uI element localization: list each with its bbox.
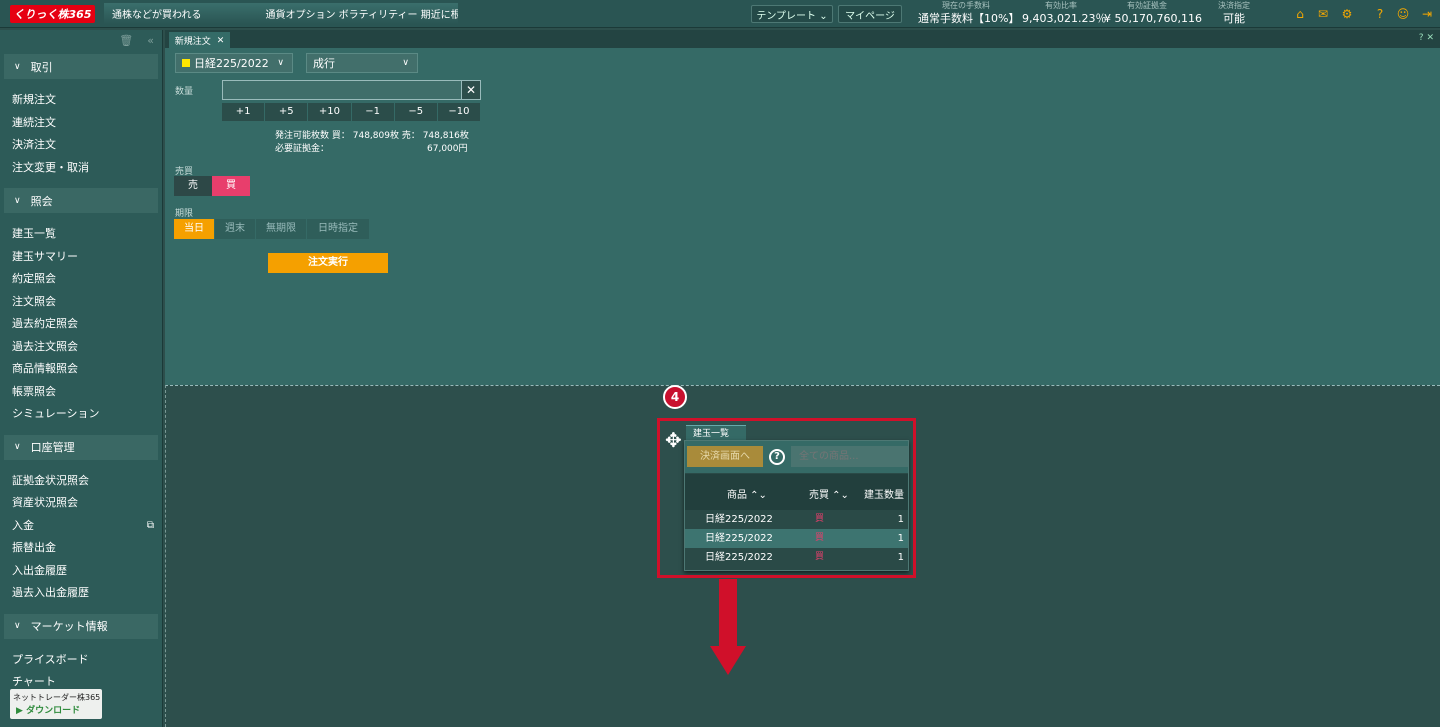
chevron-down-icon: ∨ bbox=[277, 58, 284, 68]
sidebar-item[interactable]: 証拠金状況照会 bbox=[0, 470, 162, 493]
section-title: 取引 bbox=[30, 60, 53, 74]
clear-qty-icon[interactable]: ✕ bbox=[461, 80, 481, 100]
section-title: マーケット情報 bbox=[30, 620, 108, 633]
period-weekend[interactable]: 週末 bbox=[215, 219, 255, 239]
external-link-icon: ⧉ bbox=[146, 519, 154, 531]
gear-icon[interactable]: ⚙ bbox=[1340, 7, 1354, 21]
sidebar-item-deposit[interactable]: 入金 ⧉ bbox=[0, 515, 162, 538]
callout-badge: 4 bbox=[663, 385, 687, 409]
ticker-item: 通株などが買われる bbox=[112, 10, 202, 21]
order-type-select[interactable]: 成行 ∨ bbox=[306, 53, 418, 73]
step-button[interactable]: −1 bbox=[351, 103, 394, 121]
buy-button[interactable]: 買 bbox=[212, 176, 250, 196]
mypage-button[interactable]: マイページ bbox=[838, 5, 902, 23]
sidebar-item[interactable]: プライスボード bbox=[0, 649, 162, 672]
margin-label: 必要証拠金： bbox=[275, 144, 330, 154]
period-label: 期限 bbox=[175, 209, 194, 219]
qty-label: 数量 bbox=[175, 87, 194, 97]
sell-button[interactable]: 売 bbox=[174, 176, 212, 196]
chevron-down-icon: ∨ bbox=[14, 195, 21, 206]
sidebar-item[interactable]: 過去入出金履歴 bbox=[0, 582, 162, 605]
quantity-input[interactable]: 1 bbox=[222, 80, 480, 100]
tab-new-order[interactable]: 新規注文 ✕ bbox=[169, 32, 230, 49]
sidebar-item[interactable]: 連続注文 bbox=[0, 112, 162, 135]
period-indefinite[interactable]: 無期限 bbox=[256, 219, 306, 239]
chevron-down-icon: ∨ bbox=[14, 442, 21, 452]
section-trade[interactable]: ∨ 取引 bbox=[4, 54, 158, 79]
logout-icon[interactable]: ⇥ bbox=[1420, 7, 1434, 21]
sidebar-item[interactable]: シミュレーション bbox=[0, 403, 162, 426]
trash-icon[interactable]: 🗑 bbox=[119, 34, 133, 47]
callout-highlight bbox=[657, 418, 916, 578]
execute-order-button[interactable]: 注文実行 bbox=[268, 253, 388, 273]
step-button[interactable]: +5 bbox=[265, 103, 308, 121]
sidebar-item[interactable]: 約定照会 bbox=[0, 268, 162, 291]
play-icon: ▶ bbox=[16, 706, 23, 716]
close-icon[interactable]: ✕ bbox=[1426, 33, 1434, 43]
panel-controls: ? ✕ bbox=[1419, 33, 1434, 43]
fee-stat: 現在の手数料 通常手数料【10%】 bbox=[918, 1, 1020, 25]
ticker-item: 通貨オプション ボラティリティー 期近に根強 bbox=[265, 10, 459, 21]
sidebar-item[interactable]: 建玉一覧 bbox=[0, 223, 162, 246]
drag-arrow bbox=[719, 579, 737, 647]
section-title: 照会 bbox=[30, 194, 53, 208]
help-icon[interactable]: ? bbox=[1419, 33, 1424, 43]
step-button[interactable]: −5 bbox=[394, 103, 437, 121]
step-button[interactable]: −10 bbox=[437, 103, 481, 121]
chevron-down-icon: ∨ bbox=[14, 621, 21, 631]
period-datetime[interactable]: 日時指定 bbox=[307, 219, 369, 239]
sidebar-item[interactable]: 新規注文 bbox=[0, 89, 162, 112]
section-inquiry[interactable]: ∨ 照会 bbox=[4, 188, 158, 213]
sidebar-item[interactable]: 振替出金 bbox=[0, 537, 162, 560]
drag-arrow-head bbox=[710, 646, 746, 675]
product-color-icon bbox=[182, 59, 190, 67]
download-title: ネットトレーダー株365 bbox=[13, 693, 101, 702]
section-account[interactable]: ∨ 口座管理 bbox=[4, 434, 158, 460]
margin-value: 67,000円 bbox=[427, 144, 468, 154]
news-ticker: 通株などが買われる 通貨オプション ボラティリティー 期近に根強 bbox=[104, 3, 458, 24]
sidebar-toolbar: 🗑 « bbox=[0, 30, 162, 51]
sidebar-item[interactable]: 決済注文 bbox=[0, 134, 162, 157]
step-button[interactable]: +1 bbox=[222, 103, 265, 121]
help-icon[interactable]: ? bbox=[1373, 7, 1387, 21]
available-qty: 発注可能枚数 買： 748,809枚 売： 748,816枚 bbox=[275, 131, 469, 141]
quantity-stepper: +1 +5 +10 −1 −5 −10 bbox=[222, 103, 481, 121]
download-banner[interactable]: ネットトレーダー株365 ▶ ダウンロード bbox=[10, 689, 102, 719]
section-market[interactable]: ∨ マーケット情報 bbox=[4, 613, 158, 639]
period-today[interactable]: 当日 bbox=[174, 219, 214, 239]
sidebar-item[interactable]: 注文照会 bbox=[0, 291, 162, 314]
new-order-panel: 日経225/2022∨ 成行∨ 数量 1 ✕ +1 +5 +10 −1 −5 −… bbox=[165, 48, 1440, 385]
section-title: 口座管理 bbox=[30, 441, 75, 454]
sidebar-item[interactable]: 過去約定照会 bbox=[0, 313, 162, 336]
chevron-down-icon: ∨ bbox=[402, 58, 409, 68]
margin-stat: 有効証拠金 ¥ 50,170,760,116 bbox=[1104, 1, 1202, 25]
product-select[interactable]: 日経225/2022 ∨ bbox=[175, 53, 293, 73]
sidebar-item[interactable]: 資産状況照会 bbox=[0, 492, 162, 515]
chevron-down-icon: ∨ bbox=[14, 61, 21, 72]
home-icon[interactable]: ⌂ bbox=[1293, 7, 1307, 21]
download-button[interactable]: ▶ ダウンロード bbox=[10, 703, 102, 716]
template-button[interactable]: テンプレート ⌄ bbox=[751, 5, 833, 23]
sidebar: 🗑 « ∨ 取引 新規注文 連続注文 決済注文 注文変更・取消 ∨ 照会 建玉一覧 … bbox=[0, 30, 163, 727]
settle-stat: 決済指定 可能 bbox=[1218, 1, 1250, 25]
collapse-icon[interactable]: « bbox=[147, 34, 154, 47]
sidebar-item[interactable]: 過去注文照会 bbox=[0, 336, 162, 359]
sidebar-item[interactable]: 入出金履歴 bbox=[0, 560, 162, 583]
top-bar: くりっく株365 通株などが買われる 通貨オプション ボラティリティー 期近に根… bbox=[0, 0, 1440, 28]
panel-tab-bar: 新規注文 ✕ ? ✕ bbox=[165, 30, 1440, 49]
app-logo: くりっく株365 bbox=[10, 5, 95, 23]
mail-icon[interactable]: ✉ bbox=[1316, 7, 1330, 21]
sidebar-item[interactable]: 注文変更・取消 bbox=[0, 157, 162, 180]
sidebar-item[interactable]: 帳票照会 bbox=[0, 381, 162, 404]
sidebar-item[interactable]: 建玉サマリー bbox=[0, 246, 162, 269]
sidebar-item-label: 入金 bbox=[12, 518, 34, 532]
ratio-stat: 有効比率 9,403,021.23％ bbox=[1022, 1, 1107, 25]
move-cursor-icon: ✥ bbox=[665, 428, 682, 452]
sidebar-item[interactable]: 商品情報照会 bbox=[0, 358, 162, 381]
user-icon[interactable]: ☺ bbox=[1396, 7, 1410, 21]
step-button[interactable]: +10 bbox=[308, 103, 351, 121]
close-icon[interactable]: ✕ bbox=[217, 36, 225, 46]
